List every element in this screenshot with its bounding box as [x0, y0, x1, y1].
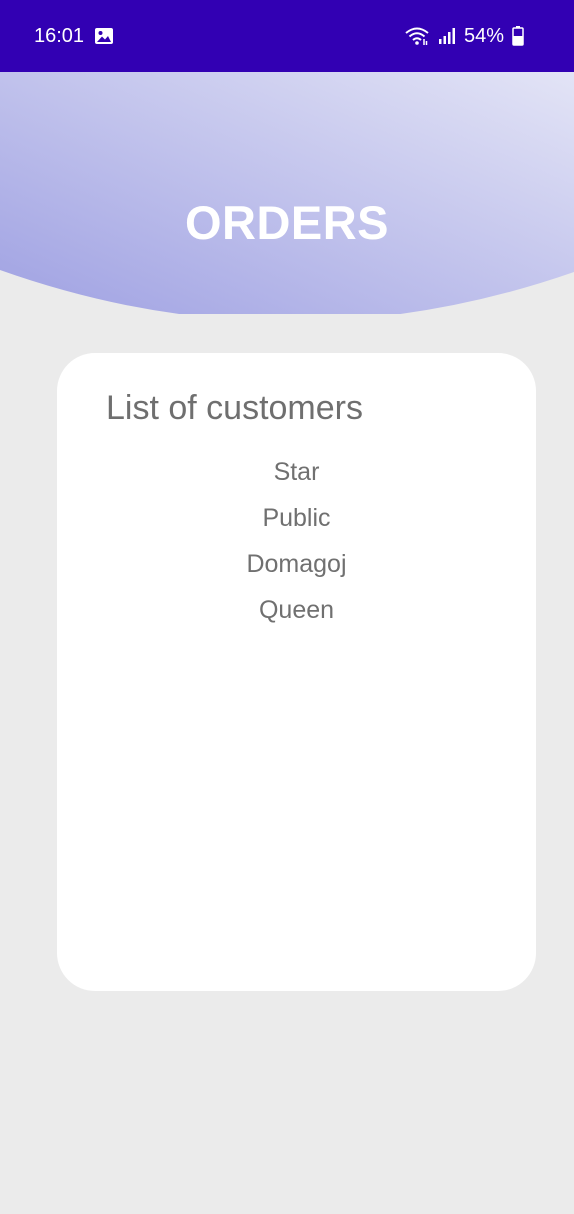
battery-icon — [512, 26, 524, 46]
customer-item-star[interactable]: Star — [57, 453, 536, 499]
battery-percent: 54% — [463, 24, 504, 47]
customer-item-queen[interactable]: Queen — [57, 591, 536, 637]
status-bar-right: 54% — [404, 25, 524, 48]
customer-item-domagoj[interactable]: Domagoj — [57, 545, 536, 591]
customer-item-public[interactable]: Public — [57, 499, 536, 545]
customer-list: Star Public Domagoj Queen — [57, 453, 536, 637]
header: ORDERS — [0, 72, 574, 314]
gallery-icon — [94, 27, 114, 45]
signal-icon — [438, 27, 456, 45]
status-bar-left: 16:01 — [34, 25, 114, 48]
status-bar: 16:01 54% — [0, 0, 574, 72]
customers-card: List of customers Star Public Domagoj Qu… — [57, 353, 536, 991]
page-title: ORDERS — [184, 196, 390, 249]
card-title: List of customers — [106, 389, 363, 427]
header-background — [0, 72, 574, 314]
status-time: 16:01 — [34, 24, 85, 47]
wifi-icon — [404, 25, 430, 47]
